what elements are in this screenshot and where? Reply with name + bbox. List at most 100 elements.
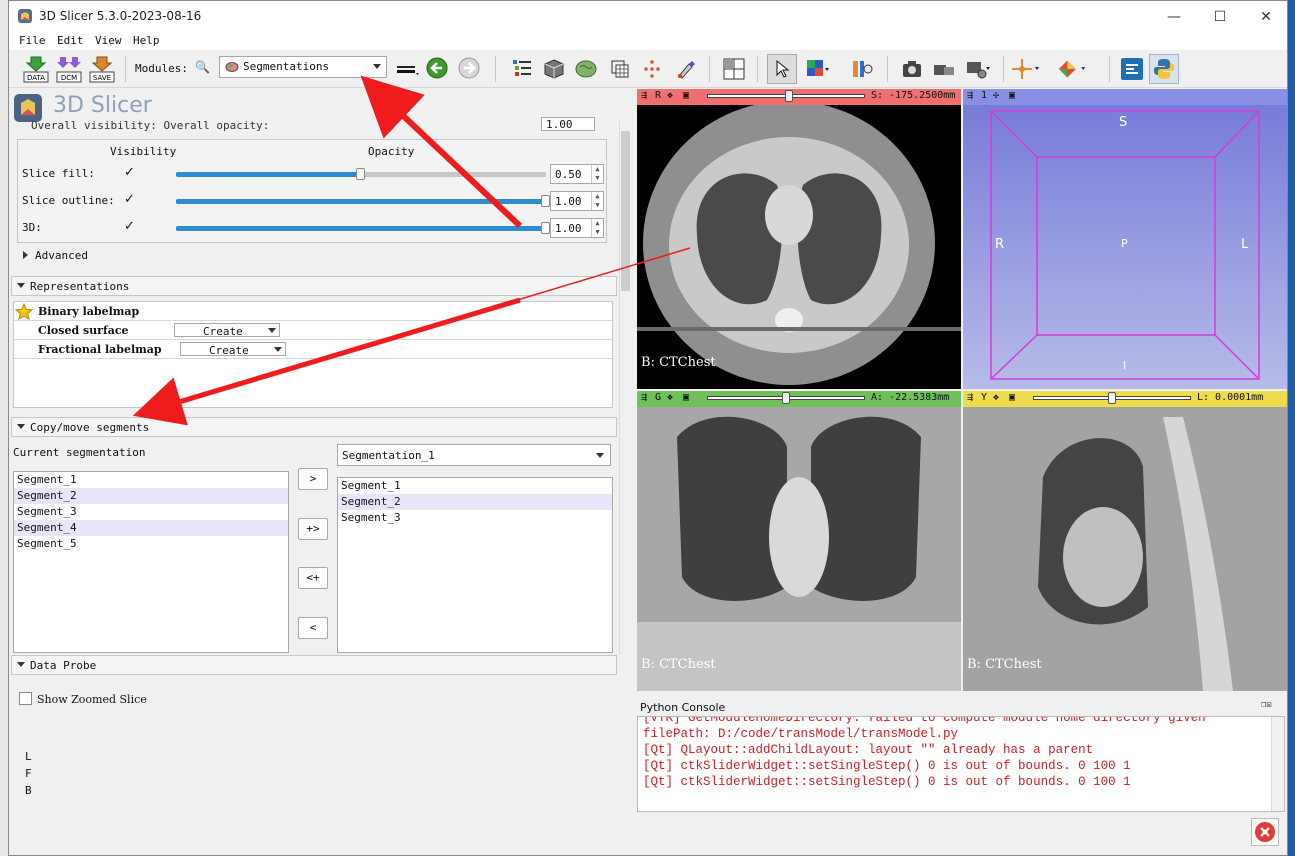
current-segment-item[interactable]: Segment_3 <box>14 504 288 520</box>
3d-slider-handle[interactable] <box>541 222 550 234</box>
red-offset-handle[interactable] <box>785 90 793 102</box>
minimize-button[interactable]: — <box>1151 1 1197 32</box>
menu-edit[interactable]: Edit <box>57 34 84 47</box>
module-search-icon[interactable]: 🔍 <box>195 60 210 74</box>
save-button[interactable]: SAVE <box>87 54 117 84</box>
overall-opacity-spinbox[interactable]: 1.00 <box>541 117 595 131</box>
link-icon[interactable]: ❖ <box>667 90 673 101</box>
green-slice-view[interactable]: ⇶ G ❖ ▣ A: -22.5383mm B: CTChest <box>637 391 961 691</box>
3d-visibility-checkbox[interactable]: ✓ <box>124 220 137 233</box>
3d-view[interactable]: ⇶ 1 ✣ ▣ S R L P I <box>963 89 1287 389</box>
representation-row[interactable]: Fractional labelmap Create <box>14 340 612 359</box>
data-module-button[interactable] <box>507 54 537 84</box>
move-right-button[interactable]: > <box>298 468 328 490</box>
maximize-view-icon[interactable]: ▣ <box>683 90 689 101</box>
module-panel-scrollbar[interactable] <box>619 121 631 655</box>
console-scrollbar[interactable] <box>1271 717 1284 811</box>
current-segment-item[interactable]: Segment_5 <box>14 536 288 552</box>
maximize-view-icon[interactable]: ▣ <box>1009 392 1015 403</box>
move-left-button[interactable]: < <box>298 617 328 639</box>
maximize-view-icon[interactable]: ▣ <box>683 392 689 403</box>
target-segment-item[interactable]: Segment_3 <box>338 510 612 526</box>
slice-outline-spinbox[interactable]: 1.00 ▲ ▼ <box>550 191 604 211</box>
error-log-button[interactable] <box>1251 818 1279 846</box>
center-view-icon[interactable]: ✣ <box>993 90 999 101</box>
screenshot-button[interactable] <box>897 54 927 84</box>
pin-icon[interactable]: ⇶ <box>967 392 973 403</box>
pin-icon[interactable]: ⇶ <box>641 90 647 101</box>
module-history-button[interactable] <box>393 54 423 84</box>
link-icon[interactable]: ❖ <box>667 392 673 403</box>
current-segment-item[interactable]: Segment_4 <box>14 520 288 536</box>
layout-grid-icon <box>723 58 745 80</box>
load-dicom-button[interactable]: DCM <box>54 54 84 84</box>
close-window-button[interactable]: ✕ <box>1243 1 1287 32</box>
yellow-offset-handle[interactable] <box>1108 392 1116 404</box>
maximize-button[interactable]: ☐ <box>1197 1 1243 32</box>
layout-button[interactable] <box>719 54 749 84</box>
menu-help[interactable]: Help <box>133 34 160 47</box>
data-probe-header[interactable]: Data Probe <box>11 655 617 675</box>
scene-capture-button[interactable] <box>963 54 993 84</box>
python-console-output[interactable]: [VTK] GetModuleHomeDirectory: failed to … <box>637 716 1285 812</box>
module-selector[interactable]: Segmentations <box>219 56 387 78</box>
scrollbar-thumb[interactable] <box>621 131 630 291</box>
markups-module-button[interactable] <box>637 54 667 84</box>
volumes-module-button[interactable] <box>539 54 569 84</box>
yellow-slice-view[interactable]: ⇶ Y ❖ ▣ L: 0.0001mm B: CTChest <box>963 391 1287 691</box>
place-roi-button[interactable] <box>1057 54 1087 84</box>
green-offset-handle[interactable] <box>782 392 790 404</box>
back-button[interactable] <box>423 54 453 84</box>
segmentations-icon <box>225 62 239 72</box>
representation-row[interactable]: Binary labelmap <box>14 302 612 321</box>
3d-opacity-spinbox[interactable]: 1.00 ▲ ▼ <box>550 218 604 238</box>
transforms-module-button[interactable] <box>605 54 635 84</box>
extensions-button[interactable] <box>1117 54 1147 84</box>
target-segment-item[interactable]: Segment_1 <box>338 478 612 494</box>
segment-editor-button[interactable] <box>671 54 701 84</box>
slice-fill-visibility-checkbox[interactable]: ✓ <box>124 166 137 179</box>
slice-fill-slider-handle[interactable] <box>356 168 365 180</box>
representation-row[interactable]: Closed surface Create <box>14 321 612 340</box>
current-segment-item[interactable]: Segment_1 <box>14 472 288 488</box>
menu-view[interactable]: View <box>95 34 122 47</box>
toolbar-separator <box>125 56 126 82</box>
slice-fill-spinbox[interactable]: 0.50 ▲ ▼ <box>550 164 604 184</box>
current-segment-item[interactable]: Segment_2 <box>14 488 288 504</box>
crosshair-toggle-button[interactable] <box>847 54 877 84</box>
target-segmentation-selector[interactable]: Segmentation_1 <box>337 444 611 466</box>
chevron-down-icon <box>17 424 25 429</box>
slice-outline-label: Slice outline: <box>22 194 115 207</box>
opacity-header: Opacity <box>368 145 415 158</box>
target-segment-item[interactable]: Segment_2 <box>338 494 612 510</box>
slice-outline-slider-handle[interactable] <box>541 195 550 207</box>
float-panel-icon[interactable]: ❐☒ <box>1261 700 1272 710</box>
place-fiducial-button[interactable] <box>1011 54 1041 84</box>
copy-right-button[interactable]: +> <box>298 518 328 540</box>
link-icon[interactable]: ❖ <box>993 392 999 403</box>
red-slice-view[interactable]: ⇶ R ❖ ▣ S: -175.2500mm B: CTChest <box>637 89 961 389</box>
closed-surface-create-button[interactable]: Create <box>174 323 280 338</box>
slice-outline-visibility-checkbox[interactable]: ✓ <box>124 193 137 206</box>
show-zoomed-slice-checkbox[interactable] <box>19 692 32 705</box>
pin-icon[interactable]: ⇶ <box>641 392 647 403</box>
menu-file[interactable]: File <box>19 34 46 47</box>
scene-view-button[interactable] <box>929 54 959 84</box>
forward-button[interactable] <box>455 54 485 84</box>
target-segments-list[interactable]: Segment_1 Segment_2 Segment_3 <box>337 477 613 653</box>
maximize-view-icon[interactable]: ▣ <box>1009 90 1015 101</box>
load-data-button[interactable]: DATA <box>21 54 51 84</box>
advanced-collapsible[interactable]: Advanced <box>19 248 609 264</box>
representations-header[interactable]: Representations <box>11 276 617 296</box>
python-console-button[interactable] <box>1149 54 1179 84</box>
models-module-button[interactable] <box>571 54 601 84</box>
slice-fill-slider-fill <box>176 172 361 177</box>
current-segments-list[interactable]: Segment_1 Segment_2 Segment_3 Segment_4 Segm… <box>13 471 289 653</box>
pin-icon[interactable]: ⇶ <box>967 90 973 101</box>
fractional-labelmap-create-button[interactable]: Create <box>180 342 286 357</box>
pointer-mode-button[interactable] <box>767 54 797 84</box>
window-level-button[interactable] <box>803 54 833 84</box>
copy-move-header[interactable]: Copy/move segments <box>11 417 617 437</box>
copy-left-button[interactable]: <+ <box>298 567 328 589</box>
python-console-panel: Python Console ❐☒ [VTK] GetModuleHomeDir… <box>637 692 1287 855</box>
